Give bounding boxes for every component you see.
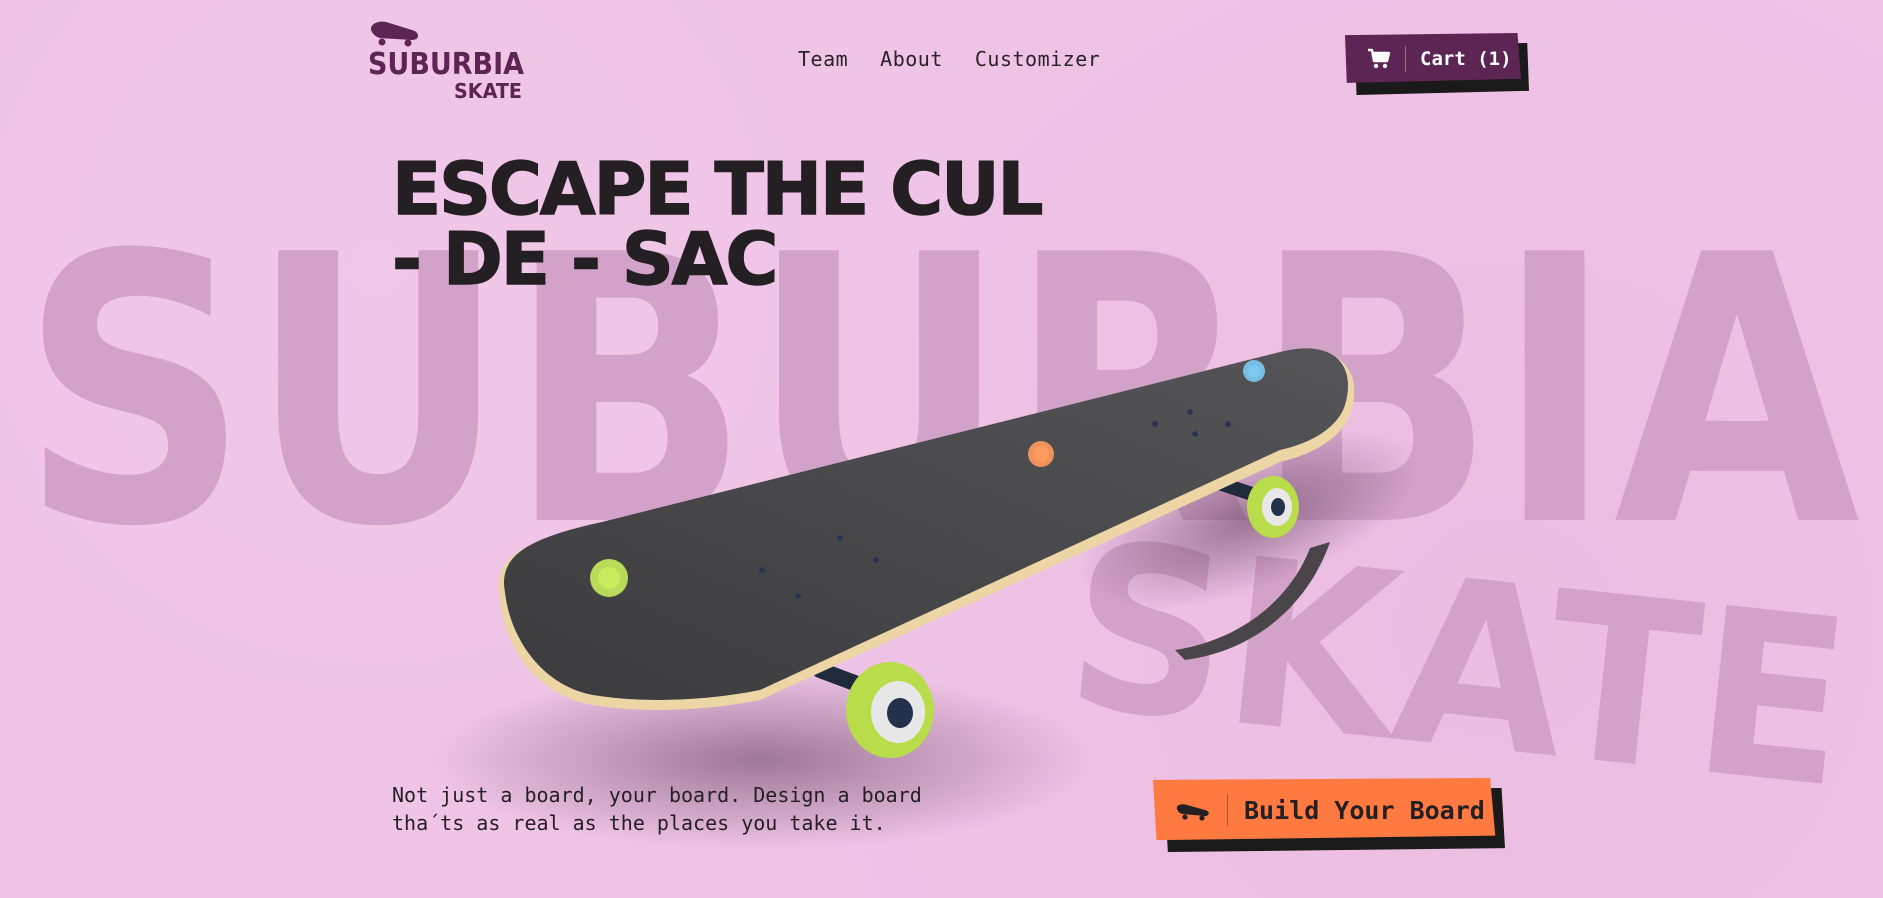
logo-text-suburbia: SUBURBIA — [368, 47, 525, 82]
background-wordmark: SUBURBIA SKATE — [20, 178, 1862, 840]
logo-text-skate: SKATE — [454, 79, 522, 102]
nav-link-about[interactable]: About — [880, 47, 943, 71]
cta-label: Build Your Board — [1244, 795, 1485, 825]
hero-tagline-line1: Not just a board, your board. Design a b… — [392, 783, 922, 807]
nav-link-team[interactable]: Team — [798, 47, 848, 71]
hero-tagline: Not just a board, your board. Design a b… — [392, 781, 952, 837]
cta-face: Build Your Board — [1153, 778, 1496, 841]
hero-headline: ESCAPE THE CUL - DE - SAC — [391, 147, 1092, 301]
hero-headline-line2: - DE - SAC — [391, 217, 779, 301]
cta-divider — [1227, 794, 1228, 826]
hotspot-deck[interactable] — [1028, 441, 1054, 467]
landing-page: SUBURBIA SKATE SUBURBIA SKATE Team About… — [0, 0, 1883, 898]
back-wheel — [1247, 476, 1299, 538]
hero-tagline-line2: tha´ts as real as the places you take it… — [392, 811, 886, 835]
skateboard-icon — [1176, 804, 1209, 821]
cart-button-face: Cart (1) — [1345, 33, 1521, 83]
hotspot-truck[interactable] — [1243, 360, 1265, 382]
skateboard-illustration — [430, 348, 1421, 850]
build-your-board-button[interactable]: Build Your Board — [1153, 778, 1505, 852]
deck-griptape — [504, 348, 1349, 700]
cart-icon — [1368, 48, 1391, 69]
logo-link[interactable]: SUBURBIA SKATE — [366, 18, 526, 102]
hero-headline-line1: ESCAPE THE CUL — [391, 147, 1044, 231]
nav-link-customizer[interactable]: Customizer — [975, 47, 1100, 71]
hotspot-griptape[interactable] — [590, 559, 628, 597]
swoosh-mark — [1175, 542, 1330, 660]
cart-button[interactable]: Cart (1) — [1345, 33, 1529, 95]
suburbia-skate-logo: SUBURBIA SKATE — [368, 21, 525, 102]
deck-edge — [498, 351, 1355, 710]
skateboard-logo-icon — [370, 21, 418, 47]
front-wheel — [846, 662, 934, 758]
main-nav: Team About Customizer — [798, 47, 1100, 71]
cart-divider — [1405, 46, 1406, 72]
cart-label: Cart (1) — [1420, 48, 1512, 70]
